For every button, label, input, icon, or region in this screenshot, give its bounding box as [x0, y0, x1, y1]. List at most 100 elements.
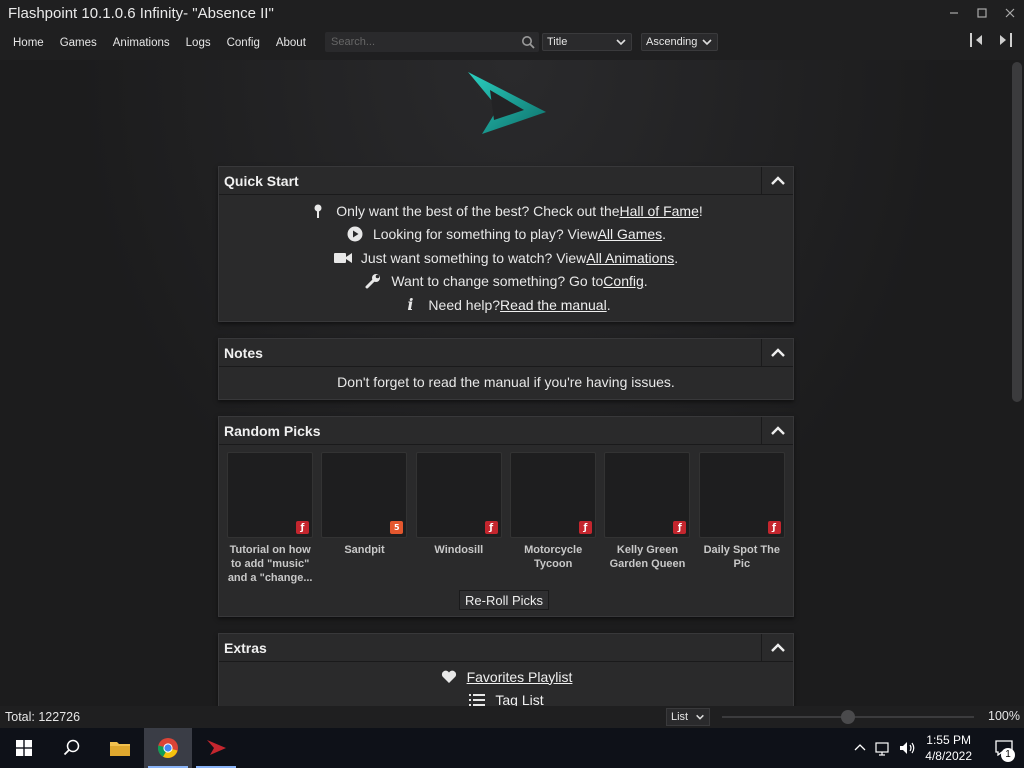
file-explorer-button[interactable] [96, 728, 144, 768]
close-button[interactable] [996, 0, 1024, 26]
collapse-button[interactable] [761, 633, 793, 662]
favorites-playlist-link[interactable]: Favorites Playlist [467, 669, 573, 685]
game-title: Windosill [434, 544, 484, 556]
collapse-button[interactable] [761, 338, 793, 367]
toggle-right-sidebar-icon[interactable] [996, 31, 1014, 49]
flash-icon: ƒ [673, 521, 687, 534]
game-title: Sandpit [344, 544, 385, 556]
scrollbar[interactable] [1012, 62, 1022, 402]
all-games-link[interactable]: All Games [598, 226, 663, 242]
hall-of-fame-line: Only want the best of the best? Check ou… [219, 199, 793, 223]
chevron-down-icon [702, 39, 712, 46]
chevron-up-icon [770, 175, 785, 185]
system-tray: 1:55 PM 4/8/2022 1 [853, 728, 1024, 768]
volume-icon[interactable] [899, 740, 917, 756]
chevron-up-icon [770, 425, 785, 435]
tag-list-link[interactable]: Tag List [495, 692, 543, 706]
search-button[interactable] [48, 728, 96, 768]
search-input[interactable] [325, 36, 515, 48]
network-icon[interactable] [875, 740, 893, 756]
game-thumbnail: ƒ [509, 452, 596, 538]
menu-config[interactable]: Config [219, 26, 268, 60]
home-page: Quick Start Only want the best of the be… [0, 60, 1024, 706]
start-button[interactable] [0, 728, 48, 768]
quick-start-panel: Quick Start Only want the best of the be… [218, 166, 794, 322]
maximize-button[interactable] [968, 0, 996, 26]
heart-icon [440, 668, 458, 686]
config-link[interactable]: Config [603, 273, 643, 289]
hall-of-fame-link[interactable]: Hall of Fame [620, 203, 699, 219]
clock[interactable]: 1:55 PM 4/8/2022 [925, 732, 972, 764]
chevron-up-icon [770, 642, 785, 652]
notification-center-button[interactable]: 1 [984, 728, 1024, 768]
game-card[interactable]: ƒ Tutorial on how to add "music" and a "… [227, 452, 313, 585]
flashpoint-logo [468, 72, 546, 134]
toggle-left-sidebar-icon[interactable] [968, 31, 986, 49]
game-title: Kelly Green Garden Queen [609, 544, 686, 570]
menu-games[interactable]: Games [52, 26, 105, 60]
game-thumbnail: ƒ [227, 452, 313, 538]
config-line: Want to change something? Go to Config. [219, 270, 793, 294]
zoom-slider-handle[interactable] [841, 710, 855, 724]
tag-list-line: Tag List [219, 689, 793, 706]
all-animations-link[interactable]: All Animations [586, 250, 674, 266]
chrome-icon [157, 738, 178, 758]
wrench-icon [364, 272, 382, 290]
extras-title: Extras [224, 639, 267, 656]
game-thumbnail: ƒ [604, 452, 691, 538]
game-title: Tutorial on how to add "music" and a "ch… [227, 544, 313, 584]
flash-icon: ƒ [296, 521, 309, 534]
info-icon: i [407, 295, 414, 315]
view-mode-select[interactable]: List [666, 708, 710, 726]
sort-order-select[interactable]: Ascending [641, 33, 718, 51]
notes-title: Notes [224, 344, 263, 361]
all-animations-line: Just want something to watch? View All A… [219, 246, 793, 270]
total-count: Total: 122726 [5, 710, 81, 724]
search-box [325, 32, 539, 52]
chevron-up-icon[interactable] [853, 741, 867, 755]
collapse-button[interactable] [761, 166, 793, 195]
flash-icon: ƒ [484, 521, 498, 534]
game-card[interactable]: 5 Sandpit [321, 452, 408, 585]
chrome-button[interactable] [144, 728, 192, 768]
game-thumbnail: 5 [321, 452, 408, 538]
random-picks-title: Random Picks [224, 422, 321, 439]
notes-text: Don't forget to read the manual if you'r… [337, 374, 675, 390]
taskbar: 1:55 PM 4/8/2022 1 [0, 728, 1024, 768]
windows-icon [16, 740, 32, 756]
chevron-up-icon [770, 347, 785, 357]
list-icon [468, 691, 486, 706]
search-icon [63, 739, 80, 756]
flash-icon: ƒ [578, 521, 592, 534]
collapse-button[interactable] [761, 416, 793, 445]
menu-animations[interactable]: Animations [105, 26, 178, 60]
game-card[interactable]: ƒ Daily Spot The Pic [698, 452, 785, 585]
chevron-down-icon [696, 714, 704, 720]
title-bar: Flashpoint 10.1.0.6 Infinity- "Absence I… [0, 0, 1024, 26]
game-card[interactable]: ƒ Kelly Green Garden Queen [604, 452, 691, 585]
manual-line: i Need help? Read the manual. [219, 293, 793, 317]
flashpoint-taskbar-button[interactable] [192, 728, 240, 768]
award-icon [309, 202, 327, 220]
search-icon[interactable] [521, 35, 535, 49]
menu-logs[interactable]: Logs [178, 26, 219, 60]
read-manual-link[interactable]: Read the manual [500, 297, 607, 313]
menu-home[interactable]: Home [0, 26, 52, 60]
play-circle-icon [346, 225, 364, 243]
game-card[interactable]: ƒ Windosill [415, 452, 502, 585]
close-icon [1005, 8, 1015, 18]
random-picks-panel: Random Picks ƒ Tutorial on how to add "m… [218, 416, 794, 617]
extras-panel: Extras Favorites Playlist Tag List [218, 633, 794, 706]
random-picks-grid: ƒ Tutorial on how to add "music" and a "… [219, 445, 793, 585]
game-card[interactable]: ƒ Motorcycle Tycoon [509, 452, 596, 585]
reroll-picks-button[interactable]: Re-Roll Picks [459, 590, 550, 610]
sort-field-select[interactable]: Title [542, 33, 632, 51]
video-camera-icon [333, 249, 352, 267]
minimize-button[interactable] [940, 0, 968, 26]
flashpoint-icon [207, 740, 226, 755]
menu-about[interactable]: About [268, 26, 314, 60]
game-thumbnail: ƒ [415, 452, 502, 538]
game-thumbnail: ƒ [698, 452, 785, 538]
sort-field-value: Title [547, 36, 568, 48]
notes-panel: Notes Don't forget to read the manual if… [218, 338, 794, 400]
